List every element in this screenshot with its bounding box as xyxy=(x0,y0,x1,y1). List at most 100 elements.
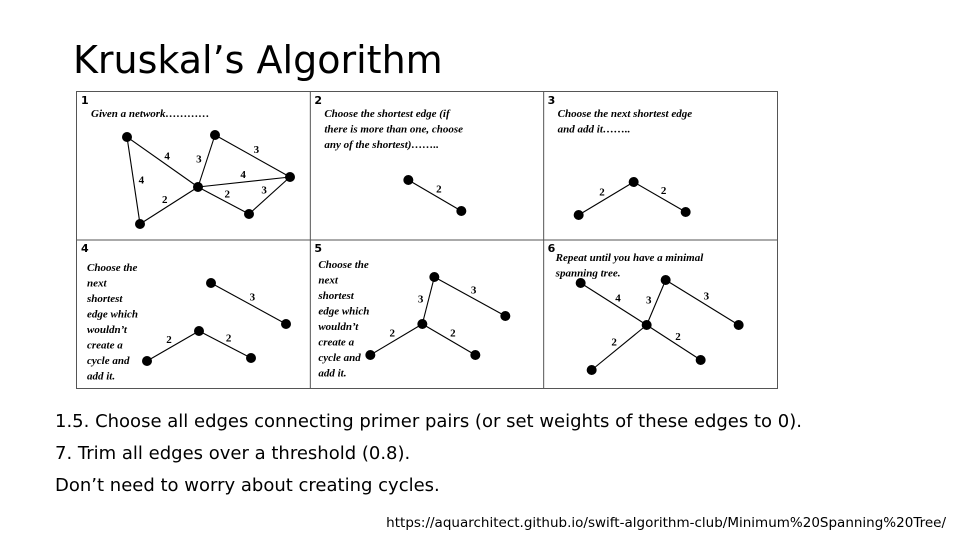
edge-weight-label: 2 xyxy=(226,332,232,344)
bullet-trim-threshold: 7. Trim all edges over a threshold (0.8)… xyxy=(55,443,411,464)
graph-node xyxy=(122,132,132,142)
step-caption-line: Choose the xyxy=(318,259,369,271)
step-caption-line: Given a network………… xyxy=(91,108,210,120)
edge-weight-label: 2 xyxy=(611,336,617,348)
edge-weight-label: 3 xyxy=(704,291,710,303)
kruskal-steps-figure: 1 Given a network………… 4 4 3 3 4 2 2 3 2 Choose the … xyxy=(76,91,778,389)
step-cell-3: 3Choose the next shortest edge and add it… xyxy=(548,94,693,220)
step-number: 1 xyxy=(81,94,89,107)
step-caption-line: cycle and xyxy=(87,355,130,367)
graph-node xyxy=(660,275,671,285)
graph-node xyxy=(135,219,145,229)
step-caption-line: there is more than one, choose xyxy=(324,124,463,136)
graph-edge xyxy=(210,282,287,325)
graph-node xyxy=(641,320,652,330)
step-caption-line: edge which xyxy=(87,309,138,321)
edge-weight-label: 2 xyxy=(436,184,442,196)
step-caption-line: edge which xyxy=(318,306,369,318)
step-caption-line: spanning tree. xyxy=(555,268,621,280)
step-caption-line: cycle and xyxy=(318,352,361,364)
graph-edge xyxy=(139,186,199,225)
step-caption-line: next xyxy=(318,275,339,287)
graph-node xyxy=(281,319,291,329)
graph-edge xyxy=(580,282,647,326)
graph-node xyxy=(628,177,639,187)
edge-weight-label: 4 xyxy=(615,292,621,304)
graph-edge xyxy=(646,324,701,361)
edge-weight-label: 2 xyxy=(675,331,681,343)
graph-edge xyxy=(591,324,648,371)
edge-weight-label: 3 xyxy=(261,185,267,197)
step-caption-line: wouldn’t xyxy=(87,324,128,336)
step-caption-line: any of the shortest)…….. xyxy=(324,139,439,151)
step-cell-4: 4 Choose the next shortest edge which wouldn’… xyxy=(81,242,291,383)
bullet-list: 1.5. Choose all edges connecting primer … xyxy=(55,406,802,502)
graph-node xyxy=(695,355,706,365)
graph-edge xyxy=(126,136,199,188)
step-caption-line: Choose the next shortest edge xyxy=(558,108,693,120)
graph-node xyxy=(403,175,414,185)
kruskal-steps-diagram: 1Given a network…………443342 2 32Choose the … xyxy=(77,92,777,388)
graph-edge xyxy=(146,330,200,362)
step-number: 2 xyxy=(314,94,322,107)
step-number: 6 xyxy=(548,242,556,255)
step-caption-line: Choose the xyxy=(87,262,138,274)
step-caption-line: shortest xyxy=(86,293,123,305)
graph-edge xyxy=(578,181,634,216)
step-number: 4 xyxy=(81,242,89,255)
graph-edge xyxy=(421,276,435,325)
graph-edge xyxy=(408,179,462,212)
slide-title: Kruskal’s Algorithm xyxy=(73,38,443,82)
edge-weight-label: 2 xyxy=(450,328,456,340)
edge-weight-label: 3 xyxy=(254,144,260,156)
step-number: 3 xyxy=(548,94,556,107)
graph-edge xyxy=(633,181,686,213)
graph-node xyxy=(470,350,481,360)
graph-edge xyxy=(434,276,506,317)
graph-node xyxy=(680,207,691,217)
graph-edge xyxy=(665,279,739,326)
step-cell-5: 5 Choose the next shortest edge which wouldn’… xyxy=(314,242,511,380)
step-caption-line: add it. xyxy=(87,371,115,383)
edge-weight-label: 3 xyxy=(196,154,202,166)
edge-weight-label: 4 xyxy=(240,169,246,181)
graph-node xyxy=(210,130,220,140)
edge-weight-label: 4 xyxy=(164,150,170,162)
graph-node xyxy=(733,320,744,330)
graph-node xyxy=(244,209,254,219)
step-caption-line: Repeat until you have a minimal xyxy=(555,252,705,264)
graph-node xyxy=(206,278,216,288)
edge-weight-label: 3 xyxy=(250,291,256,303)
graph-node xyxy=(456,206,467,216)
edge-weight-label: 3 xyxy=(646,294,652,306)
step-number: 5 xyxy=(314,242,322,255)
step-caption-line: create a xyxy=(318,337,354,349)
graph-node xyxy=(417,319,428,329)
graph-node xyxy=(573,210,584,220)
step-caption-line: and add it…….. xyxy=(558,124,631,136)
bullet-primer-pairs: 1.5. Choose all edges connecting primer … xyxy=(55,411,802,432)
edge-weight-label: 2 xyxy=(224,188,230,200)
graph-edge xyxy=(248,176,291,215)
graph-node xyxy=(142,356,152,366)
graph-node xyxy=(194,326,204,336)
graph-node xyxy=(429,272,440,282)
step-caption-line: Choose the shortest edge (if xyxy=(324,108,451,120)
edge-weight-label: 3 xyxy=(418,294,424,306)
step-cell-2: 2Choose the shortest edge (ifthere is mo… xyxy=(314,94,467,216)
graph-node xyxy=(575,278,586,288)
step-cell-6: 6Repeat until you have a minimal spanning… xyxy=(548,242,744,375)
edge-weight-label: 2 xyxy=(599,187,605,199)
edge-weight-label: 2 xyxy=(162,194,168,206)
edge-weight-label: 3 xyxy=(471,284,477,296)
graph-node xyxy=(193,182,203,192)
step-caption-line: create a xyxy=(87,340,123,352)
source-url: https://aquarchitect.github.io/swift-alg… xyxy=(386,515,946,531)
graph-node xyxy=(246,353,256,363)
step-caption-line: shortest xyxy=(317,290,354,302)
edge-weight-label: 2 xyxy=(661,185,667,197)
step-caption-line: wouldn’t xyxy=(318,321,359,333)
graph-node xyxy=(365,350,376,360)
step-caption-line: next xyxy=(87,278,108,290)
edge-weight-label: 2 xyxy=(389,328,395,340)
